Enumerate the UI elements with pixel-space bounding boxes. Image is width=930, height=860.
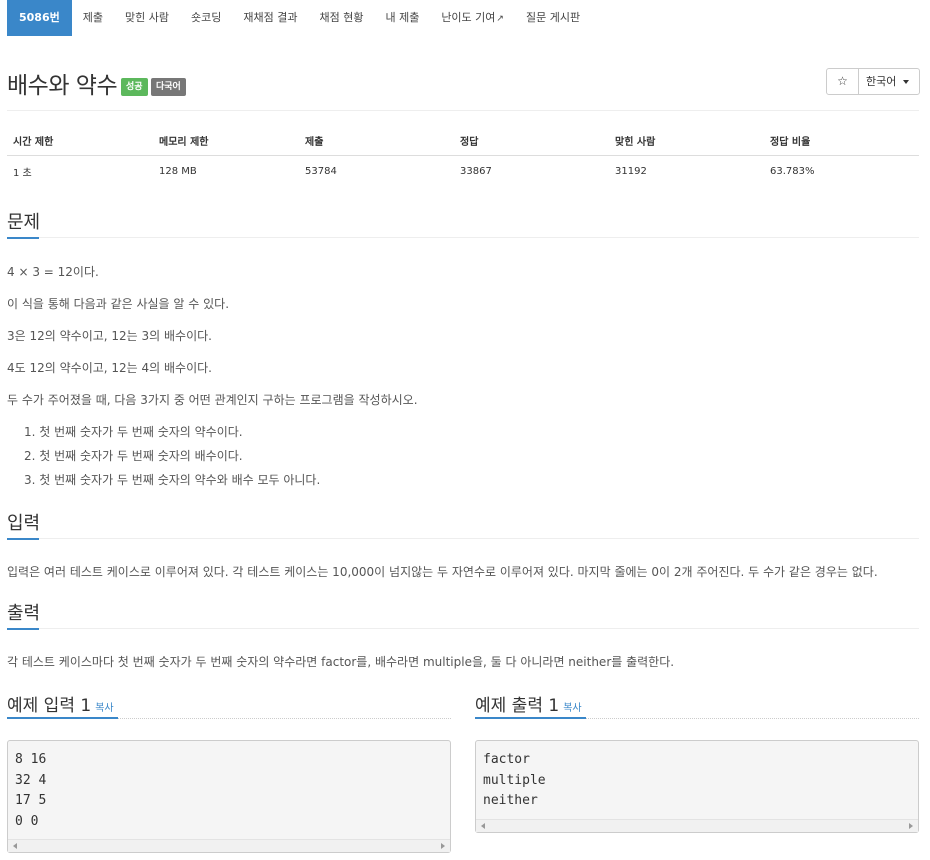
section-accent bbox=[7, 628, 39, 630]
horizontal-scrollbar[interactable] bbox=[476, 819, 918, 832]
caret-down-icon bbox=[903, 80, 910, 84]
list-item: 2. 첫 번째 숫자가 두 번째 숫자의 배수이다. bbox=[24, 449, 243, 463]
tab-solved-users[interactable]: 맞힌 사람 bbox=[114, 0, 180, 36]
title-actions: ☆ 한국어 bbox=[826, 68, 920, 95]
header-accepted: 정답 bbox=[460, 137, 479, 148]
sample-output-box[interactable]: factor multiple neither bbox=[475, 740, 919, 833]
accepted-value: 33867 bbox=[460, 165, 492, 177]
solvers-value: 31192 bbox=[615, 165, 647, 177]
table-row: 1 초 128 MB 53784 33867 31192 63.783% bbox=[7, 156, 919, 186]
scroll-right-icon[interactable] bbox=[441, 843, 445, 849]
output-text: 각 테스트 케이스마다 첫 번째 숫자가 두 번째 숫자의 약수라면 facto… bbox=[7, 655, 675, 669]
sample-input-box[interactable]: 8 16 32 4 17 5 0 0 bbox=[7, 740, 451, 853]
success-badge: 성공 bbox=[121, 78, 148, 96]
multilang-badge: 다국어 bbox=[151, 78, 186, 96]
list-item: 1. 첫 번째 숫자가 두 번째 숫자의 약수이다. bbox=[24, 425, 243, 439]
language-label: 한국어 bbox=[866, 75, 897, 88]
header-ratio: 정답 비율 bbox=[770, 137, 811, 148]
example-accent bbox=[475, 717, 586, 719]
tab-my-submissions[interactable]: 내 제출 bbox=[374, 0, 430, 36]
example-input-title: 예제 입력 1 복사 bbox=[7, 691, 114, 716]
section-accent bbox=[7, 538, 39, 540]
section-title-input: 입력 bbox=[7, 513, 41, 534]
submissions-value: 53784 bbox=[305, 165, 337, 177]
header-time-limit: 시간 제한 bbox=[13, 137, 54, 148]
star-icon: ☆ bbox=[837, 74, 848, 88]
tab-judge-status[interactable]: 채점 현황 bbox=[308, 0, 374, 36]
sample-input-line: 8 16 bbox=[15, 752, 47, 767]
time-limit-value: 1 초 bbox=[13, 167, 32, 179]
tab-rejudge-results[interactable]: 재채점 결과 bbox=[232, 0, 308, 36]
problem-text: 4도 12의 약수이고, 12는 4의 배수이다. bbox=[7, 361, 212, 375]
language-dropdown[interactable]: 한국어 bbox=[858, 68, 920, 95]
tab-difficulty-contribution[interactable]: 난이도 기여↗ bbox=[430, 0, 515, 36]
input-text: 입력은 여러 테스트 케이스로 이루어져 있다. 각 테스트 케이스는 10,0… bbox=[7, 565, 878, 579]
tab-question-board[interactable]: 질문 게시판 bbox=[515, 0, 591, 36]
sample-input-line: 0 0 bbox=[15, 813, 39, 829]
horizontal-scrollbar[interactable] bbox=[8, 839, 450, 852]
section-title-output: 출력 bbox=[7, 603, 41, 624]
copy-output-button[interactable]: 복사 bbox=[563, 703, 581, 714]
section-divider bbox=[7, 538, 919, 539]
tab-difficulty-label: 난이도 기여 bbox=[441, 11, 496, 24]
section-title-problem: 문제 bbox=[7, 212, 41, 233]
sample-input-line: 32 4 bbox=[15, 772, 47, 788]
copy-input-button[interactable]: 복사 bbox=[95, 703, 113, 714]
section-accent bbox=[7, 237, 39, 239]
example-accent bbox=[7, 717, 118, 719]
problem-info-table: 시간 제한 메모리 제한 제출 정답 맞힌 사람 정답 비율 1 초 128 M… bbox=[7, 126, 919, 186]
star-button[interactable]: ☆ bbox=[826, 68, 859, 95]
external-link-icon: ↗ bbox=[496, 14, 504, 24]
section-divider bbox=[7, 628, 919, 629]
example-output-label: 예제 출력 1 bbox=[475, 696, 560, 716]
example-input-label: 예제 입력 1 bbox=[7, 696, 92, 716]
table-header-row: 시간 제한 메모리 제한 제출 정답 맞힌 사람 정답 비율 bbox=[7, 126, 919, 156]
ratio-value: 63.783% bbox=[770, 165, 815, 177]
title-divider bbox=[7, 110, 919, 111]
sample-output-line: multiple bbox=[483, 772, 546, 788]
problem-text: 두 수가 주어졌을 때, 다음 3가지 중 어떤 관계인지 구하는 프로그램을 … bbox=[7, 393, 418, 407]
header-submissions: 제출 bbox=[305, 137, 324, 148]
header-memory-limit: 메모리 제한 bbox=[159, 137, 209, 148]
scroll-left-icon[interactable] bbox=[481, 823, 485, 829]
tab-submit[interactable]: 제출 bbox=[72, 0, 114, 36]
problem-nav: 5086번 제출 맞힌 사람 숏코딩 재채점 결과 채점 현황 내 제출 난이도… bbox=[7, 0, 919, 36]
problem-text: 4 × 3 = 12이다. bbox=[7, 265, 99, 279]
tab-short-coding[interactable]: 숏코딩 bbox=[180, 0, 232, 36]
header-solvers: 맞힌 사람 bbox=[615, 137, 656, 148]
memory-limit-value: 128 MB bbox=[159, 165, 197, 177]
example-output-title: 예제 출력 1 복사 bbox=[475, 691, 582, 716]
sample-output-line: neither bbox=[483, 793, 538, 808]
scroll-left-icon[interactable] bbox=[13, 843, 17, 849]
scroll-right-icon[interactable] bbox=[909, 823, 913, 829]
problem-text: 3은 12의 약수이고, 12는 3의 배수이다. bbox=[7, 329, 212, 343]
section-divider bbox=[7, 237, 919, 238]
page-title: 배수와 약수 bbox=[7, 73, 118, 99]
tab-problem-number[interactable]: 5086번 bbox=[7, 0, 72, 36]
sample-output-line: factor bbox=[483, 752, 530, 767]
problem-text: 이 식을 통해 다음과 같은 사실을 알 수 있다. bbox=[7, 297, 230, 311]
sample-input-line: 17 5 bbox=[15, 793, 47, 808]
list-item: 3. 첫 번째 숫자가 두 번째 숫자의 약수와 배수 모두 아니다. bbox=[24, 473, 321, 487]
